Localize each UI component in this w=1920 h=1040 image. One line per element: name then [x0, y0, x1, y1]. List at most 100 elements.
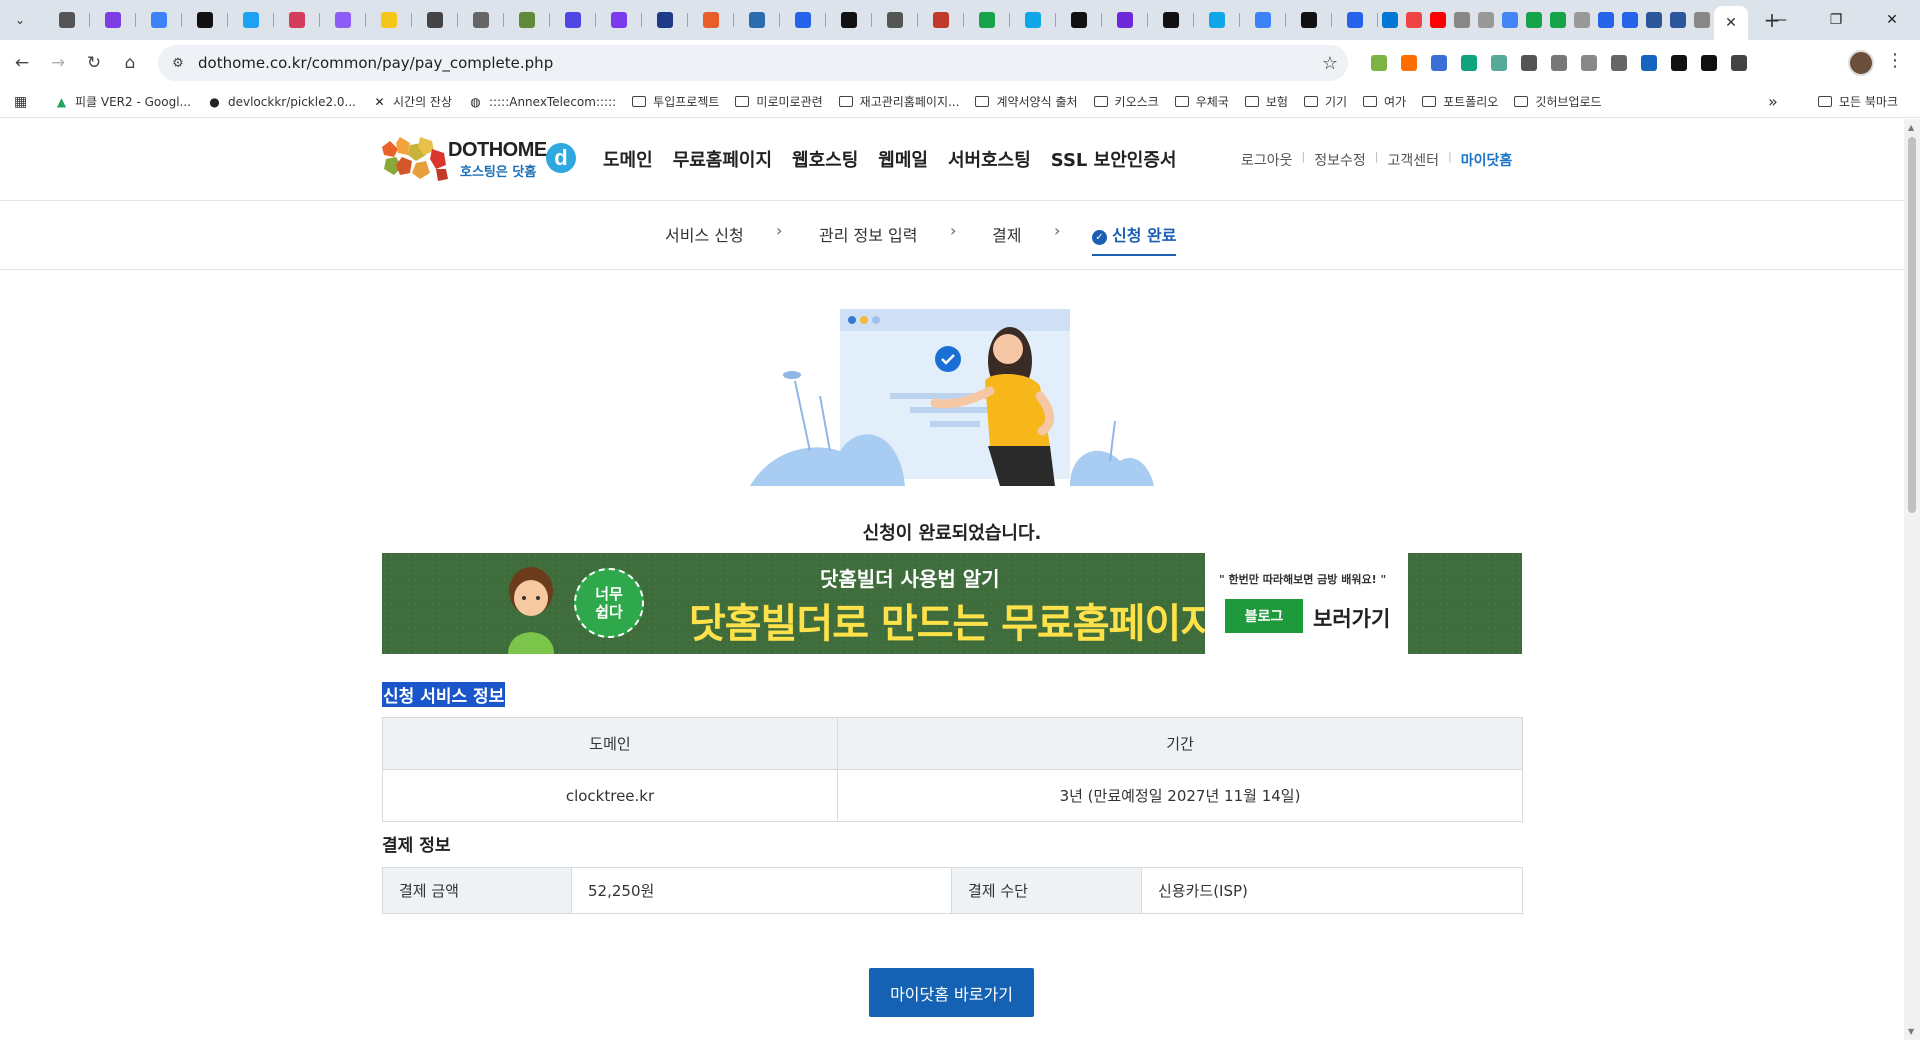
- home-button[interactable]: ⌂: [112, 45, 148, 81]
- browser-tab[interactable]: [1450, 4, 1474, 36]
- browser-tab[interactable]: [1102, 4, 1148, 36]
- builder-promo-banner[interactable]: 너무 쉽다 닷홈빌더 사용법 알기 닷홈빌더로 만드는 무료홈페이지! " 한번…: [382, 553, 1522, 654]
- browser-tab[interactable]: [1332, 4, 1378, 36]
- browser-tab[interactable]: [1666, 4, 1690, 36]
- browser-tab[interactable]: [1286, 4, 1332, 36]
- bookmark-item[interactable]: 계약서양식 출처: [975, 93, 1078, 110]
- browser-tab[interactable]: [1642, 4, 1666, 36]
- browser-tab[interactable]: [320, 4, 366, 36]
- bookmark-item[interactable]: ✕ 시간의 잔상: [372, 93, 452, 110]
- browser-menu-icon[interactable]: ⋮: [1886, 50, 1904, 71]
- back-button[interactable]: ←: [4, 45, 40, 81]
- extension-button[interactable]: [1724, 48, 1754, 78]
- bookmark-item[interactable]: 기기: [1303, 93, 1347, 110]
- browser-tab[interactable]: [228, 4, 274, 36]
- bookmark-item[interactable]: 투입프로젝트: [632, 93, 719, 110]
- extension-button[interactable]: [1484, 48, 1514, 78]
- nav-free-homepage[interactable]: 무료홈페이지: [673, 146, 772, 172]
- browser-tab[interactable]: [1426, 4, 1450, 36]
- close-tab-icon[interactable]: ✕: [1725, 15, 1737, 31]
- forward-button[interactable]: →: [40, 45, 76, 81]
- minimize-button[interactable]: —: [1752, 0, 1808, 40]
- page-scrollbar[interactable]: ▲ ▼: [1904, 119, 1920, 1040]
- address-bar[interactable]: ⚙ dothome.co.kr/common/pay/pay_complete.…: [158, 45, 1348, 81]
- extension-button[interactable]: [1454, 48, 1484, 78]
- browser-tab[interactable]: [274, 4, 320, 36]
- banner-cta-panel[interactable]: " 한번만 따라해보면 금방 배워요! " 블로그 보러가기: [1205, 553, 1408, 654]
- scrollbar-thumb[interactable]: [1908, 137, 1916, 513]
- bookmark-item[interactable]: 우체국: [1174, 93, 1229, 110]
- browser-tab[interactable]: [964, 4, 1010, 36]
- bookmark-star-icon[interactable]: ☆: [1322, 53, 1338, 74]
- browser-tab[interactable]: [412, 4, 458, 36]
- browser-tab[interactable]: [1194, 4, 1240, 36]
- browser-tab[interactable]: [1594, 4, 1618, 36]
- browser-tab[interactable]: [1522, 4, 1546, 36]
- browser-tab[interactable]: [642, 4, 688, 36]
- browser-tab[interactable]: [688, 4, 734, 36]
- bookmark-item[interactable]: 깃허브업로드: [1514, 93, 1602, 110]
- site-info-icon[interactable]: ⚙: [164, 49, 192, 77]
- browser-tab[interactable]: [90, 4, 136, 36]
- bookmark-item[interactable]: ▲ 피클 VER2 - Googl...: [54, 93, 191, 110]
- browser-tab[interactable]: [1618, 4, 1642, 36]
- extension-button[interactable]: [1634, 48, 1664, 78]
- logout-link[interactable]: 로그아웃: [1241, 150, 1293, 170]
- extension-button[interactable]: [1694, 48, 1724, 78]
- browser-tab[interactable]: [1546, 4, 1570, 36]
- scroll-down-icon[interactable]: ▼: [1908, 1027, 1914, 1036]
- bookmark-item[interactable]: 여가: [1363, 93, 1406, 110]
- extension-button[interactable]: [1664, 48, 1694, 78]
- customer-center-link[interactable]: 고객센터: [1388, 150, 1440, 170]
- nav-web-hosting[interactable]: 웹호스팅: [792, 146, 858, 172]
- browser-tab[interactable]: [1240, 4, 1286, 36]
- browser-tab[interactable]: [596, 4, 642, 36]
- extension-button[interactable]: [1544, 48, 1574, 78]
- nav-server-hosting[interactable]: 서버호스팅: [948, 146, 1031, 172]
- extension-button[interactable]: [1514, 48, 1544, 78]
- browser-tab[interactable]: [1570, 4, 1594, 36]
- browser-tab[interactable]: [1148, 4, 1194, 36]
- all-bookmarks[interactable]: 모든 북마크: [1818, 93, 1898, 110]
- browser-tab[interactable]: [504, 4, 550, 36]
- nav-webmail[interactable]: 웹메일: [878, 146, 928, 172]
- dothome-logo[interactable]: DOTHOME 호스팅은 닷홈 d: [380, 135, 576, 185]
- browser-tab[interactable]: [136, 4, 182, 36]
- browser-tab[interactable]: [182, 4, 228, 36]
- extension-button[interactable]: [1424, 48, 1454, 78]
- browser-tab[interactable]: [366, 4, 412, 36]
- extension-button[interactable]: [1394, 48, 1424, 78]
- browser-tab[interactable]: [44, 4, 90, 36]
- more-bookmarks-icon[interactable]: »: [1768, 92, 1778, 111]
- bookmark-item[interactable]: 보험: [1244, 93, 1288, 110]
- bookmark-item[interactable]: 포트폴리오: [1422, 93, 1498, 110]
- bookmark-item[interactable]: ● devlockkr/pickle2.0...: [207, 94, 356, 109]
- browser-tab[interactable]: [1378, 4, 1402, 36]
- apps-grid-icon[interactable]: ▦: [14, 94, 38, 110]
- browser-tab[interactable]: [826, 4, 872, 36]
- browser-tab[interactable]: [780, 4, 826, 36]
- url-text[interactable]: dothome.co.kr/common/pay/pay_complete.ph…: [198, 54, 553, 72]
- edit-info-link[interactable]: 정보수정: [1314, 150, 1366, 170]
- scroll-up-icon[interactable]: ▲: [1908, 123, 1914, 132]
- extension-button[interactable]: [1364, 48, 1394, 78]
- browser-tab[interactable]: [1498, 4, 1522, 36]
- nav-ssl[interactable]: SSL 보안인증서: [1051, 146, 1177, 172]
- tab-search-button[interactable]: ⌄: [6, 6, 34, 34]
- close-window-button[interactable]: ✕: [1864, 0, 1920, 40]
- tab-active[interactable]: ✕: [1714, 6, 1748, 40]
- my-dothome-link[interactable]: 마이닷홈: [1461, 150, 1513, 170]
- bookmark-item[interactable]: 키오스크: [1093, 93, 1159, 110]
- browser-tab[interactable]: [458, 4, 504, 36]
- browser-tab[interactable]: [1690, 4, 1714, 36]
- reload-button[interactable]: ↻: [76, 45, 112, 81]
- browser-tab[interactable]: [918, 4, 964, 36]
- bookmark-item[interactable]: 미로미로관련: [735, 93, 823, 110]
- banner-go-link[interactable]: 보러가기: [1313, 603, 1390, 633]
- browser-tab[interactable]: [550, 4, 596, 36]
- extension-button[interactable]: [1604, 48, 1634, 78]
- browser-tab[interactable]: [734, 4, 780, 36]
- browser-tab[interactable]: [1402, 4, 1426, 36]
- go-my-dothome-button[interactable]: 마이닷홈 바로가기: [869, 968, 1034, 1017]
- browser-tab[interactable]: [1010, 4, 1056, 36]
